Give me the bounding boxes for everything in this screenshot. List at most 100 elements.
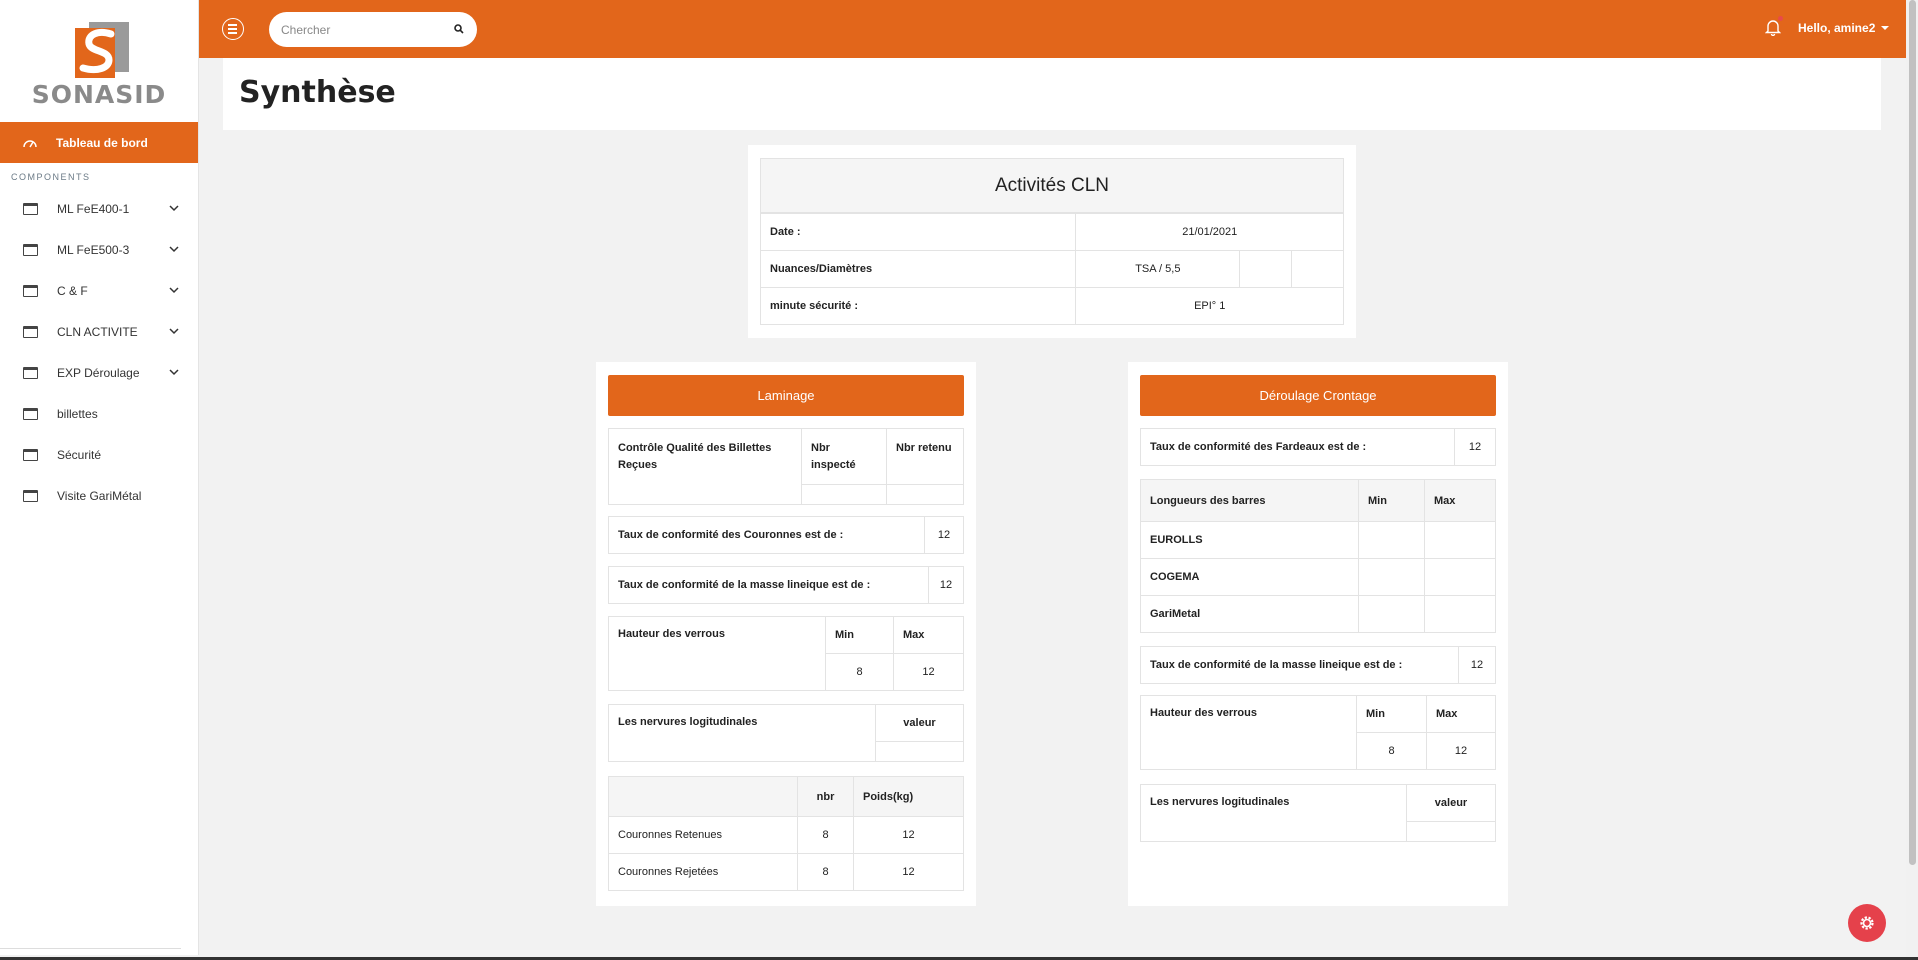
minute-label: minute sécurité : [759, 287, 1077, 325]
garimetal-min [1358, 595, 1425, 633]
verrous-block: Hauteur des verrous Min Max 8 12 [608, 616, 964, 691]
topbar: Hello, amine2 [199, 0, 1906, 58]
cogema-min [1358, 558, 1425, 596]
window-icon [23, 325, 38, 338]
table-row: COGEMA [1140, 558, 1496, 596]
search-input[interactable] [281, 22, 441, 37]
nervures-col: valeur [875, 704, 964, 742]
gear-icon [1860, 916, 1874, 930]
window-icon [23, 243, 38, 256]
chevron-down-icon [169, 369, 179, 376]
date-label: Date : [759, 213, 1077, 251]
scrollbar[interactable] [1906, 0, 1918, 960]
empty-cell [1291, 250, 1344, 288]
sidebar-item-exp-deroulage[interactable]: EXP Déroulage [0, 352, 198, 393]
window-icon [23, 489, 38, 502]
nbr-inspecte-value [801, 484, 887, 505]
table-row: Couronnes Rejetées 8 12 [608, 853, 964, 891]
settings-button[interactable] [1848, 904, 1886, 942]
nervures-value [1406, 821, 1496, 842]
col-nbr-inspecte: Nbr inspecté [801, 428, 887, 485]
sidebar-item-billettes[interactable]: billettes [0, 393, 198, 434]
masse-block: Taux de conformité de la masse lineique … [1140, 646, 1496, 684]
logo[interactable]: SONASID [0, 0, 198, 122]
eurolls-min [1358, 521, 1425, 559]
sidebar-item-visite-garimetal[interactable]: Visite GariMétal [0, 475, 198, 516]
longueurs-block: Longueurs des barres Min Max EUROLLS COG… [1140, 479, 1496, 633]
divider [0, 948, 181, 949]
logo-mark [69, 22, 129, 78]
sidebar-item-dashboard[interactable]: Tableau de bord [0, 122, 198, 163]
chevron-down-icon [169, 205, 179, 212]
page-title: Synthèse [239, 75, 396, 110]
sidebar-item-ml-fee400[interactable]: ML FeE400-1 [0, 188, 198, 229]
retenues-label: Couronnes Retenues [608, 816, 798, 854]
nervures-block: Les nervures logitudinales valeur [608, 704, 964, 762]
nervures-label: Les nervures logitudinales [608, 704, 876, 762]
masse-value: 12 [928, 566, 964, 604]
window-icon [23, 284, 38, 297]
verrous-min-label: Min [1356, 695, 1427, 733]
sidebar-item-c-and-f[interactable]: C & F [0, 270, 198, 311]
empty-header-cell [608, 776, 798, 817]
window-icon [23, 448, 38, 461]
col-nbr-retenu: Nbr retenu [886, 428, 964, 485]
search-box [269, 12, 477, 47]
masse-block: Taux de conformité de la masse lineique … [608, 566, 964, 604]
couronnes-block: Taux de conformité des Couronnes est de … [608, 516, 964, 554]
garimetal-label: GariMetal [1140, 595, 1359, 633]
longueurs-label: Longueurs des barres [1140, 479, 1359, 522]
menu-icon[interactable] [222, 18, 244, 40]
minute-value: EPI° 1 [1075, 287, 1344, 325]
longueurs-min-label: Min [1358, 479, 1425, 522]
verrous-label: Hauteur des verrous [1140, 695, 1357, 770]
verrous-label: Hauteur des verrous [608, 616, 826, 691]
activites-table: Date : 21/01/2021 Nuances/Diamètres TSA … [759, 213, 1344, 325]
fardeaux-value: 12 [1454, 428, 1496, 466]
scrollbar-thumb[interactable] [1909, 0, 1916, 865]
eurolls-max [1424, 521, 1496, 559]
date-value: 21/01/2021 [1075, 213, 1344, 251]
laminage-button[interactable]: Laminage [608, 375, 964, 416]
dashboard-icon [23, 139, 37, 147]
caret-down-icon [1881, 26, 1890, 30]
sidebar: SONASID Tableau de bord COMPONENTS ML Fe… [0, 0, 199, 955]
rejetees-label: Couronnes Rejetées [608, 853, 798, 891]
couronnes-label: Taux de conformité des Couronnes est de … [608, 516, 925, 554]
search-icon[interactable] [454, 24, 464, 34]
masse-label: Taux de conformité de la masse lineique … [608, 566, 929, 604]
sidebar-item-securite[interactable]: Sécurité [0, 434, 198, 475]
window-icon [23, 202, 38, 215]
controle-label: Contrôle Qualité des Billettes Reçues [608, 428, 802, 505]
sidebar-item-label: Tableau de bord [56, 135, 148, 150]
verrous-block: Hauteur des verrous Min Max 8 12 [1140, 695, 1496, 770]
sidebar-item-label: Visite GariMétal [57, 488, 142, 503]
notification-badge [1778, 16, 1783, 21]
activites-card: Activités CLN Date : 21/01/2021 Nuances/… [748, 145, 1356, 338]
sidebar-item-ml-fee500[interactable]: ML FeE500-3 [0, 229, 198, 270]
deroulage-card: Déroulage Crontage Taux de conformité de… [1128, 362, 1508, 906]
eurolls-label: EUROLLS [1140, 521, 1359, 559]
sidebar-item-label: CLN ACTIVITE [57, 324, 138, 339]
sidebar-item-label: ML FeE500-3 [57, 242, 130, 257]
nervures-block: Les nervures logitudinales valeur [1140, 784, 1496, 842]
deroulage-button[interactable]: Déroulage Crontage [1140, 375, 1496, 416]
verrous-max-label: Max [1426, 695, 1496, 733]
chevron-down-icon [169, 328, 179, 335]
retenues-poids: 12 [853, 816, 964, 854]
couronnes-value: 12 [924, 516, 964, 554]
nuances-label: Nuances/Diamètres [759, 250, 1077, 288]
nervures-label: Les nervures logitudinales [1140, 784, 1407, 842]
table-row: Nuances/Diamètres TSA / 5,5 [759, 250, 1344, 288]
verrous-max-value: 12 [1426, 732, 1496, 770]
sidebar-item-label: Sécurité [57, 447, 102, 462]
retenues-nbr: 8 [797, 816, 854, 854]
chevron-down-icon [169, 287, 179, 294]
user-menu[interactable]: Hello, amine2 [1798, 21, 1890, 35]
fardeaux-block: Taux de conformité des Fardeaux est de :… [1140, 428, 1496, 466]
verrous-min-value: 8 [825, 653, 894, 691]
masse-label: Taux de conformité de la masse lineique … [1140, 646, 1459, 684]
longueurs-max-label: Max [1424, 479, 1496, 522]
bell-icon[interactable] [1765, 19, 1781, 36]
sidebar-item-cln-activite[interactable]: CLN ACTIVITE [0, 311, 198, 352]
